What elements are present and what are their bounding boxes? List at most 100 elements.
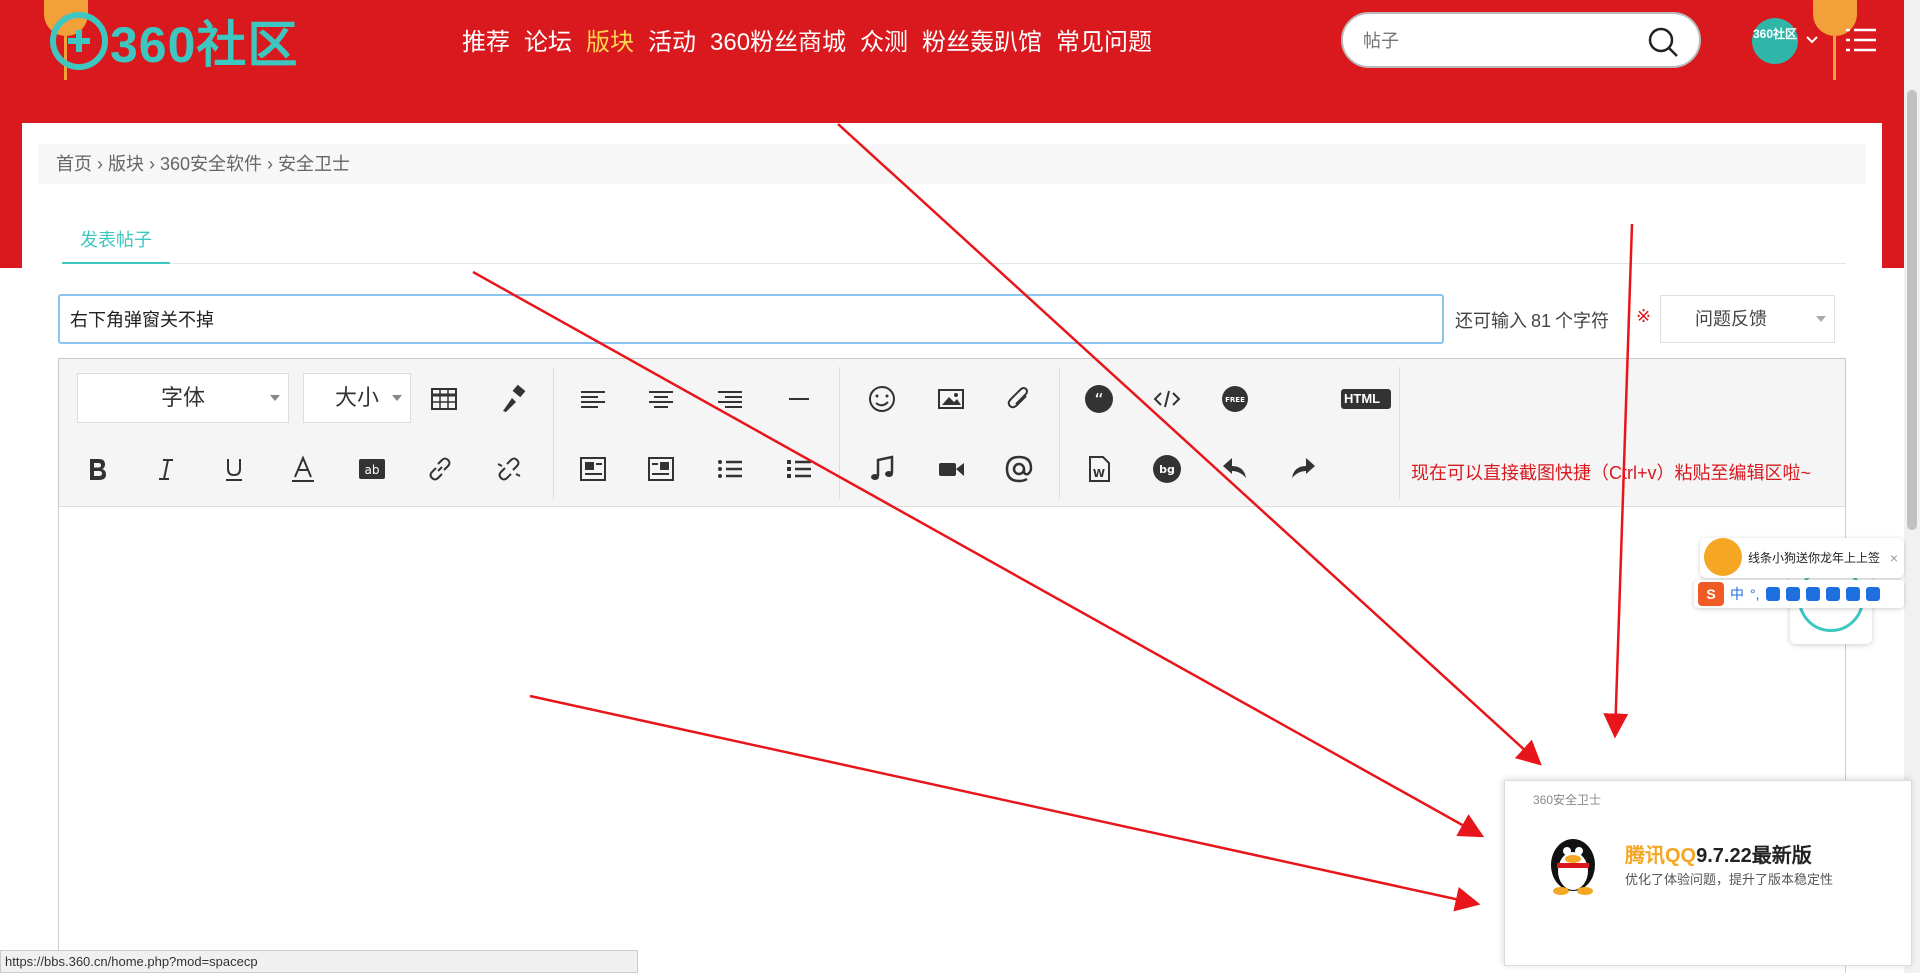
logo-text: 360社区 [110, 17, 299, 73]
align-right-button[interactable] [710, 379, 750, 419]
sogou-logo-icon[interactable]: S [1698, 582, 1724, 606]
italic-icon [159, 459, 173, 480]
breadcrumb-current[interactable]: 安全卫士 [278, 154, 350, 174]
background-image-button[interactable]: bg [1147, 449, 1187, 489]
nav-fan-mall[interactable]: 360粉丝商城 [710, 22, 846, 57]
emoji-icon [869, 386, 895, 412]
chevron-down-icon[interactable] [1806, 34, 1818, 46]
background-color-button[interactable]: ab [352, 449, 392, 489]
align-center-button[interactable] [641, 379, 681, 419]
toolbox-icon[interactable] [1845, 587, 1860, 601]
font-family-select[interactable]: 字体 [77, 373, 289, 423]
word-icon: W [1089, 456, 1110, 482]
microphone-icon[interactable] [1765, 587, 1780, 601]
search-input[interactable] [1363, 26, 1623, 56]
site-logo[interactable]: 360社区 [50, 10, 298, 73]
nav-crowd-test[interactable]: 众测 [860, 22, 908, 57]
attachment-button[interactable] [999, 379, 1039, 419]
horizontal-rule-icon [789, 398, 809, 400]
unlink-button[interactable] [489, 449, 529, 489]
ime-mode-toggle[interactable]: 中 [1730, 584, 1744, 604]
ime-punctuation-toggle[interactable]: °, [1750, 586, 1760, 602]
popup-version: 9.7.22最新版 [1696, 845, 1812, 867]
sun-icon [1704, 538, 1742, 576]
free-content-button[interactable]: FREE [1215, 379, 1255, 419]
skin-icon[interactable] [1805, 587, 1820, 601]
nav-fan-party[interactable]: 粉丝轰趴馆 [922, 22, 1042, 57]
menu-icon[interactable] [1846, 26, 1876, 54]
breadcrumb-category[interactable]: 360安全软件 [160, 154, 262, 174]
svg-text:ab: ab [365, 463, 380, 477]
table-icon [431, 388, 457, 410]
chevron-down-icon [1816, 316, 1826, 322]
keyboard-icon[interactable] [1785, 587, 1800, 601]
scrollbar-thumb[interactable] [1907, 90, 1917, 530]
float-right-button[interactable] [641, 449, 681, 489]
music-button[interactable] [862, 449, 902, 489]
nav-events[interactable]: 活动 [648, 22, 696, 57]
align-right-icon [718, 391, 742, 408]
popup-source: 360安全卫士 [1533, 793, 1602, 807]
align-center-icon [649, 391, 673, 408]
float-left-button[interactable] [573, 449, 613, 489]
avatar[interactable]: 360社区 [1752, 18, 1798, 64]
font-family-label: 字体 [160, 385, 205, 410]
horizontal-rule-button[interactable] [779, 379, 819, 419]
ordered-list-icon [718, 460, 742, 478]
popup-brand: 腾讯QQ [1625, 845, 1697, 867]
italic-button[interactable] [146, 449, 186, 489]
top-bar: 360社区 推荐 论坛 版块 活动 360粉丝商城 众测 粉丝轰趴馆 常见问题 … [0, 0, 1920, 84]
quote-button[interactable]: “ [1079, 379, 1119, 419]
nav-recommend[interactable]: 推荐 [462, 22, 510, 57]
link-button[interactable] [420, 449, 460, 489]
code-icon [1153, 390, 1181, 408]
popup-headline: 腾讯QQ9.7.22最新版 [1625, 839, 1812, 868]
underline-button[interactable] [214, 449, 254, 489]
background-color-icon: ab [359, 459, 385, 479]
unordered-list-button[interactable] [779, 449, 819, 489]
editor-toolbar: 字体 大小 “ FREE HTML ab W bg 现在可以直接截图快捷（Ctr… [59, 359, 1845, 507]
undo-button[interactable] [1215, 449, 1255, 489]
align-left-icon [581, 391, 605, 408]
redo-button[interactable] [1283, 449, 1323, 489]
image-button[interactable] [931, 379, 971, 419]
settings-icon[interactable] [1865, 587, 1880, 601]
emoji-button[interactable] [862, 379, 902, 419]
nav-boards[interactable]: 版块 [586, 22, 634, 57]
align-left-button[interactable] [573, 379, 613, 419]
mention-icon [1005, 455, 1033, 483]
format-painter-button[interactable] [493, 379, 533, 419]
search-icon[interactable] [1647, 26, 1679, 58]
video-button[interactable] [931, 449, 971, 489]
free-icon: FREE [1222, 386, 1248, 412]
nav-faq[interactable]: 常见问题 [1056, 22, 1152, 57]
ordered-list-button[interactable] [710, 449, 750, 489]
nav-forum[interactable]: 论坛 [524, 22, 572, 57]
bold-button[interactable] [77, 449, 117, 489]
image-icon [938, 389, 964, 409]
font-color-button[interactable] [283, 449, 323, 489]
breadcrumb: 首页 › 版块 › 360安全软件 › 安全卫士 [38, 144, 1866, 184]
mention-button[interactable] [999, 449, 1039, 489]
bg-icon: bg [1153, 455, 1181, 483]
char-remaining: 还可输入 81 个字符 [1455, 307, 1609, 333]
ad-popup[interactable]: 360安全卫士 腾讯QQ9.7.22最新版 优化了体验问题，提升了版本稳定性 [1504, 780, 1912, 966]
breadcrumb-boards[interactable]: 版块 [108, 154, 144, 174]
close-icon[interactable]: × [1890, 538, 1898, 578]
html-button[interactable]: HTML [1339, 379, 1393, 419]
font-size-select[interactable]: 大小 [303, 373, 411, 423]
game-icon[interactable] [1825, 587, 1840, 601]
breadcrumb-home[interactable]: 首页 [56, 154, 92, 174]
category-select[interactable]: 问题反馈 [1660, 295, 1835, 343]
qq-penguin-icon [1551, 839, 1595, 895]
toolbar-divider [1399, 367, 1400, 499]
post-title-input[interactable] [58, 294, 1444, 344]
unordered-list-icon [787, 460, 811, 478]
unlink-icon [497, 457, 521, 481]
char-remaining-unit: 个字符 [1555, 311, 1610, 331]
table-button[interactable] [424, 379, 464, 419]
undo-icon [1223, 458, 1246, 478]
word-import-button[interactable]: W [1079, 449, 1119, 489]
tab-new-post[interactable]: 发表帖子 [62, 218, 170, 264]
code-button[interactable] [1147, 379, 1187, 419]
